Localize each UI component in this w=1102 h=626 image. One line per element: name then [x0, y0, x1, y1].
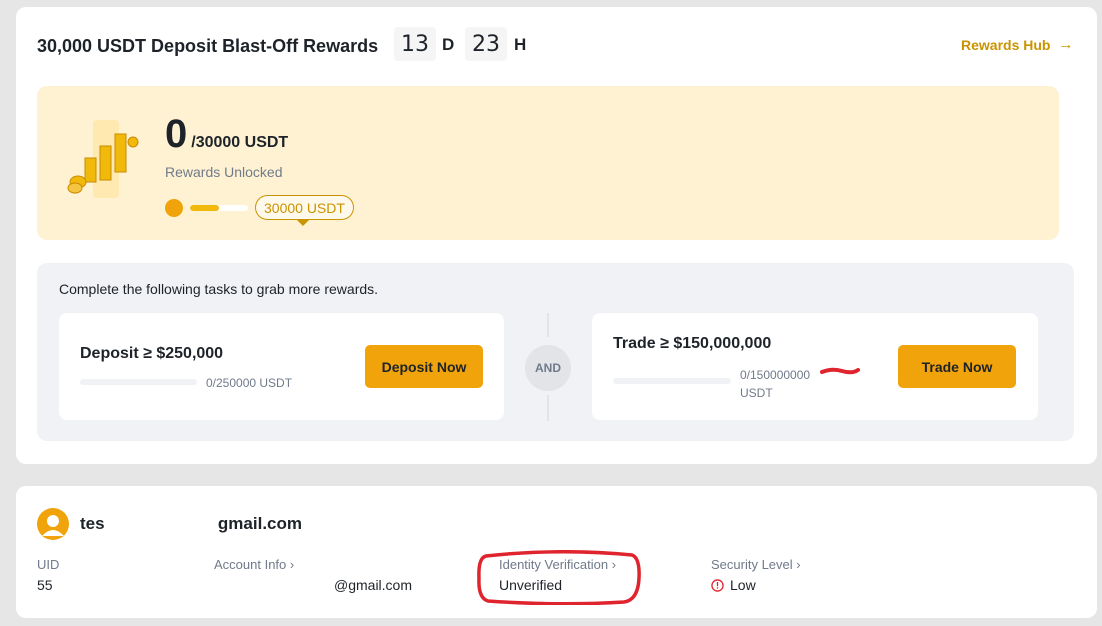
trade-progress-track: [613, 378, 731, 384]
security-level-status: Low: [711, 577, 756, 593]
trade-task-card: Trade ≥ $150,000,000 0/150000000 USDT Tr…: [592, 313, 1038, 420]
uid-value: 55: [37, 577, 53, 593]
trade-task-title: Trade ≥ $150,000,000: [613, 335, 772, 352]
uid-label: UID: [37, 557, 60, 572]
security-level-link[interactable]: Security Level ›: [711, 557, 801, 572]
rewards-unlocked-label: Rewards Unlocked: [165, 164, 283, 180]
account-info-value: @gmail.com: [334, 577, 413, 593]
promo-title: 30,000 USDT Deposit Blast-Off Rewards: [37, 36, 379, 56]
connector-line-top: [547, 313, 549, 337]
reward-target-badge: 30000 USDT: [255, 195, 354, 220]
reward-progress-panel: 0 /30000 USDT Rewards Unlocked 30000 USD…: [37, 86, 1059, 240]
unlocked-value: 0: [165, 112, 188, 156]
redaction-mark: [820, 367, 860, 375]
account-email: tes gmail.com: [80, 514, 303, 533]
security-level-value: Low: [730, 577, 756, 593]
promo-card: 30,000 USDT Deposit Blast-Off Rewards 13…: [16, 7, 1097, 464]
arrow-right-icon: →: [1058, 36, 1074, 53]
deposit-progress-text: 0/250000 USDT: [206, 376, 293, 390]
total-reward-label: /30000 USDT: [191, 134, 289, 151]
trade-now-button[interactable]: Trade Now: [898, 345, 1016, 388]
badge-pointer: [296, 219, 310, 226]
rewards-unlocked-amount: 0 /30000 USDT: [165, 112, 288, 157]
annotation-highlight: [477, 550, 641, 605]
countdown-hours: 23: [465, 27, 507, 61]
countdown-days-unit: D: [442, 35, 455, 54]
reward-progress-track: [190, 205, 248, 211]
countdown-hours-unit: H: [514, 35, 527, 54]
countdown-days: 13: [394, 27, 436, 61]
rewards-hub-label: Rewards Hub: [961, 36, 1051, 53]
trophy-bars-icon: [67, 120, 139, 198]
user-avatar-icon: [37, 508, 69, 540]
rewards-hub-link[interactable]: Rewards Hub →: [961, 36, 1073, 53]
deposit-progress-track: [80, 379, 197, 385]
tasks-panel: Complete the following tasks to grab mor…: [37, 263, 1074, 441]
progress-start-dot: [165, 199, 183, 217]
deposit-now-button[interactable]: Deposit Now: [365, 345, 483, 388]
warning-circle-icon: [711, 578, 724, 592]
connector-line-bottom: [547, 395, 549, 421]
deposit-task-card: Deposit ≥ $250,000 0/250000 USDT Deposit…: [59, 313, 504, 420]
and-connector: AND: [525, 345, 571, 391]
account-info-link[interactable]: Account Info ›: [214, 557, 294, 572]
deposit-task-title: Deposit ≥ $250,000: [80, 345, 224, 362]
account-card: tes gmail.com UID 55 Account Info › @gma…: [16, 486, 1097, 618]
tasks-intro: Complete the following tasks to grab mor…: [59, 281, 379, 297]
reward-progress-fill: [190, 205, 219, 211]
